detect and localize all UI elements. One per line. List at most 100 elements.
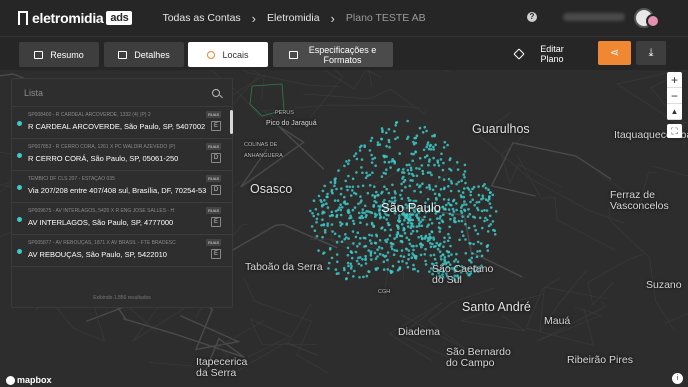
location-marker[interactable] [335, 213, 339, 217]
location-marker[interactable] [408, 242, 412, 246]
location-marker[interactable] [424, 263, 428, 266]
location-marker[interactable] [390, 196, 394, 200]
location-marker[interactable] [329, 246, 332, 250]
location-marker[interactable] [384, 239, 387, 242]
location-marker[interactable] [333, 232, 337, 236]
location-marker[interactable] [325, 202, 328, 205]
location-marker[interactable] [334, 268, 338, 271]
location-marker[interactable] [312, 199, 316, 202]
location-marker[interactable] [423, 253, 427, 256]
location-marker[interactable] [353, 269, 356, 273]
location-marker[interactable] [399, 254, 403, 258]
location-marker[interactable] [438, 217, 442, 220]
location-marker[interactable] [374, 257, 378, 260]
location-marker[interactable] [434, 244, 437, 248]
location-marker[interactable] [448, 212, 452, 216]
location-marker[interactable] [361, 216, 365, 220]
location-marker[interactable] [385, 187, 389, 191]
breadcrumb-account[interactable]: Eletromidia [267, 12, 320, 24]
location-marker[interactable] [410, 168, 413, 172]
eletromidia-logo[interactable]: eletromidia ads [18, 10, 133, 26]
location-marker[interactable] [424, 259, 427, 263]
location-marker[interactable] [393, 130, 396, 133]
location-marker[interactable] [395, 235, 399, 239]
location-marker[interactable] [421, 131, 425, 134]
location-marker[interactable] [331, 230, 334, 233]
location-marker[interactable] [446, 239, 450, 243]
location-marker[interactable] [476, 232, 480, 236]
location-marker[interactable] [328, 261, 331, 265]
location-marker[interactable] [418, 224, 421, 228]
fullscreen-button[interactable]: ⛶ [667, 124, 682, 138]
location-marker[interactable] [447, 177, 451, 181]
location-marker[interactable] [401, 260, 404, 263]
location-marker[interactable] [371, 171, 374, 174]
location-marker[interactable] [421, 172, 425, 175]
location-marker[interactable] [457, 180, 461, 184]
location-marker[interactable] [330, 210, 334, 214]
location-marker[interactable] [463, 200, 466, 203]
location-marker[interactable] [364, 176, 368, 180]
location-marker[interactable] [432, 148, 436, 151]
location-marker[interactable] [383, 228, 387, 232]
location-marker[interactable] [406, 225, 410, 228]
location-marker[interactable] [359, 221, 362, 224]
location-marker[interactable] [380, 227, 383, 230]
location-marker[interactable] [407, 257, 410, 261]
location-marker[interactable] [367, 210, 370, 213]
location-marker[interactable] [335, 253, 339, 256]
location-marker[interactable] [430, 173, 433, 177]
location-marker[interactable] [330, 213, 334, 217]
location-marker[interactable] [427, 163, 430, 167]
location-marker[interactable] [349, 214, 352, 218]
location-marker[interactable] [385, 168, 388, 171]
location-marker[interactable] [455, 252, 458, 256]
location-marker[interactable] [469, 190, 473, 193]
tab-locais[interactable]: Locais [188, 42, 268, 67]
location-marker[interactable] [471, 187, 474, 191]
location-marker[interactable] [365, 274, 369, 278]
location-marker[interactable] [440, 152, 443, 156]
location-marker[interactable] [438, 176, 441, 179]
location-marker[interactable] [373, 196, 377, 199]
location-marker[interactable] [338, 235, 341, 238]
location-marker[interactable] [314, 208, 318, 211]
location-marker[interactable] [359, 201, 362, 204]
location-marker[interactable] [483, 219, 486, 223]
location-marker[interactable] [406, 221, 410, 225]
location-marker[interactable] [370, 258, 373, 261]
location-marker[interactable] [410, 256, 414, 259]
location-marker[interactable] [386, 258, 389, 262]
location-marker[interactable] [427, 160, 431, 163]
location-marker[interactable] [323, 199, 326, 202]
location-marker[interactable] [443, 256, 447, 259]
location-marker[interactable] [363, 211, 366, 215]
location-marker[interactable] [370, 234, 374, 237]
location-marker[interactable] [344, 179, 348, 183]
location-marker[interactable] [360, 158, 364, 161]
location-marker[interactable] [493, 233, 497, 236]
location-marker[interactable] [407, 253, 411, 256]
location-marker[interactable] [366, 191, 370, 195]
location-marker[interactable] [340, 206, 344, 209]
location-marker[interactable] [477, 185, 480, 188]
location-marker[interactable] [414, 150, 417, 153]
location-marker[interactable] [484, 186, 488, 190]
location-marker[interactable] [408, 163, 411, 167]
list-item[interactable]: TEMBICI DF CLS 207 - ESTAÇÃO 035 Via 207… [12, 171, 232, 203]
location-marker[interactable] [428, 187, 432, 191]
location-marker[interactable] [336, 208, 340, 212]
location-marker[interactable] [354, 152, 358, 155]
location-marker[interactable] [447, 232, 450, 236]
location-marker[interactable] [397, 227, 400, 230]
location-marker[interactable] [429, 245, 433, 249]
edit-plan-button[interactable]: Editar Plano [513, 44, 567, 64]
location-marker[interactable] [407, 196, 410, 200]
location-marker[interactable] [368, 149, 372, 152]
location-marker[interactable] [430, 230, 434, 233]
location-marker[interactable] [420, 224, 424, 228]
location-marker[interactable] [333, 180, 337, 183]
location-marker[interactable] [403, 231, 407, 235]
location-marker[interactable] [438, 227, 442, 230]
location-marker[interactable] [436, 247, 440, 251]
